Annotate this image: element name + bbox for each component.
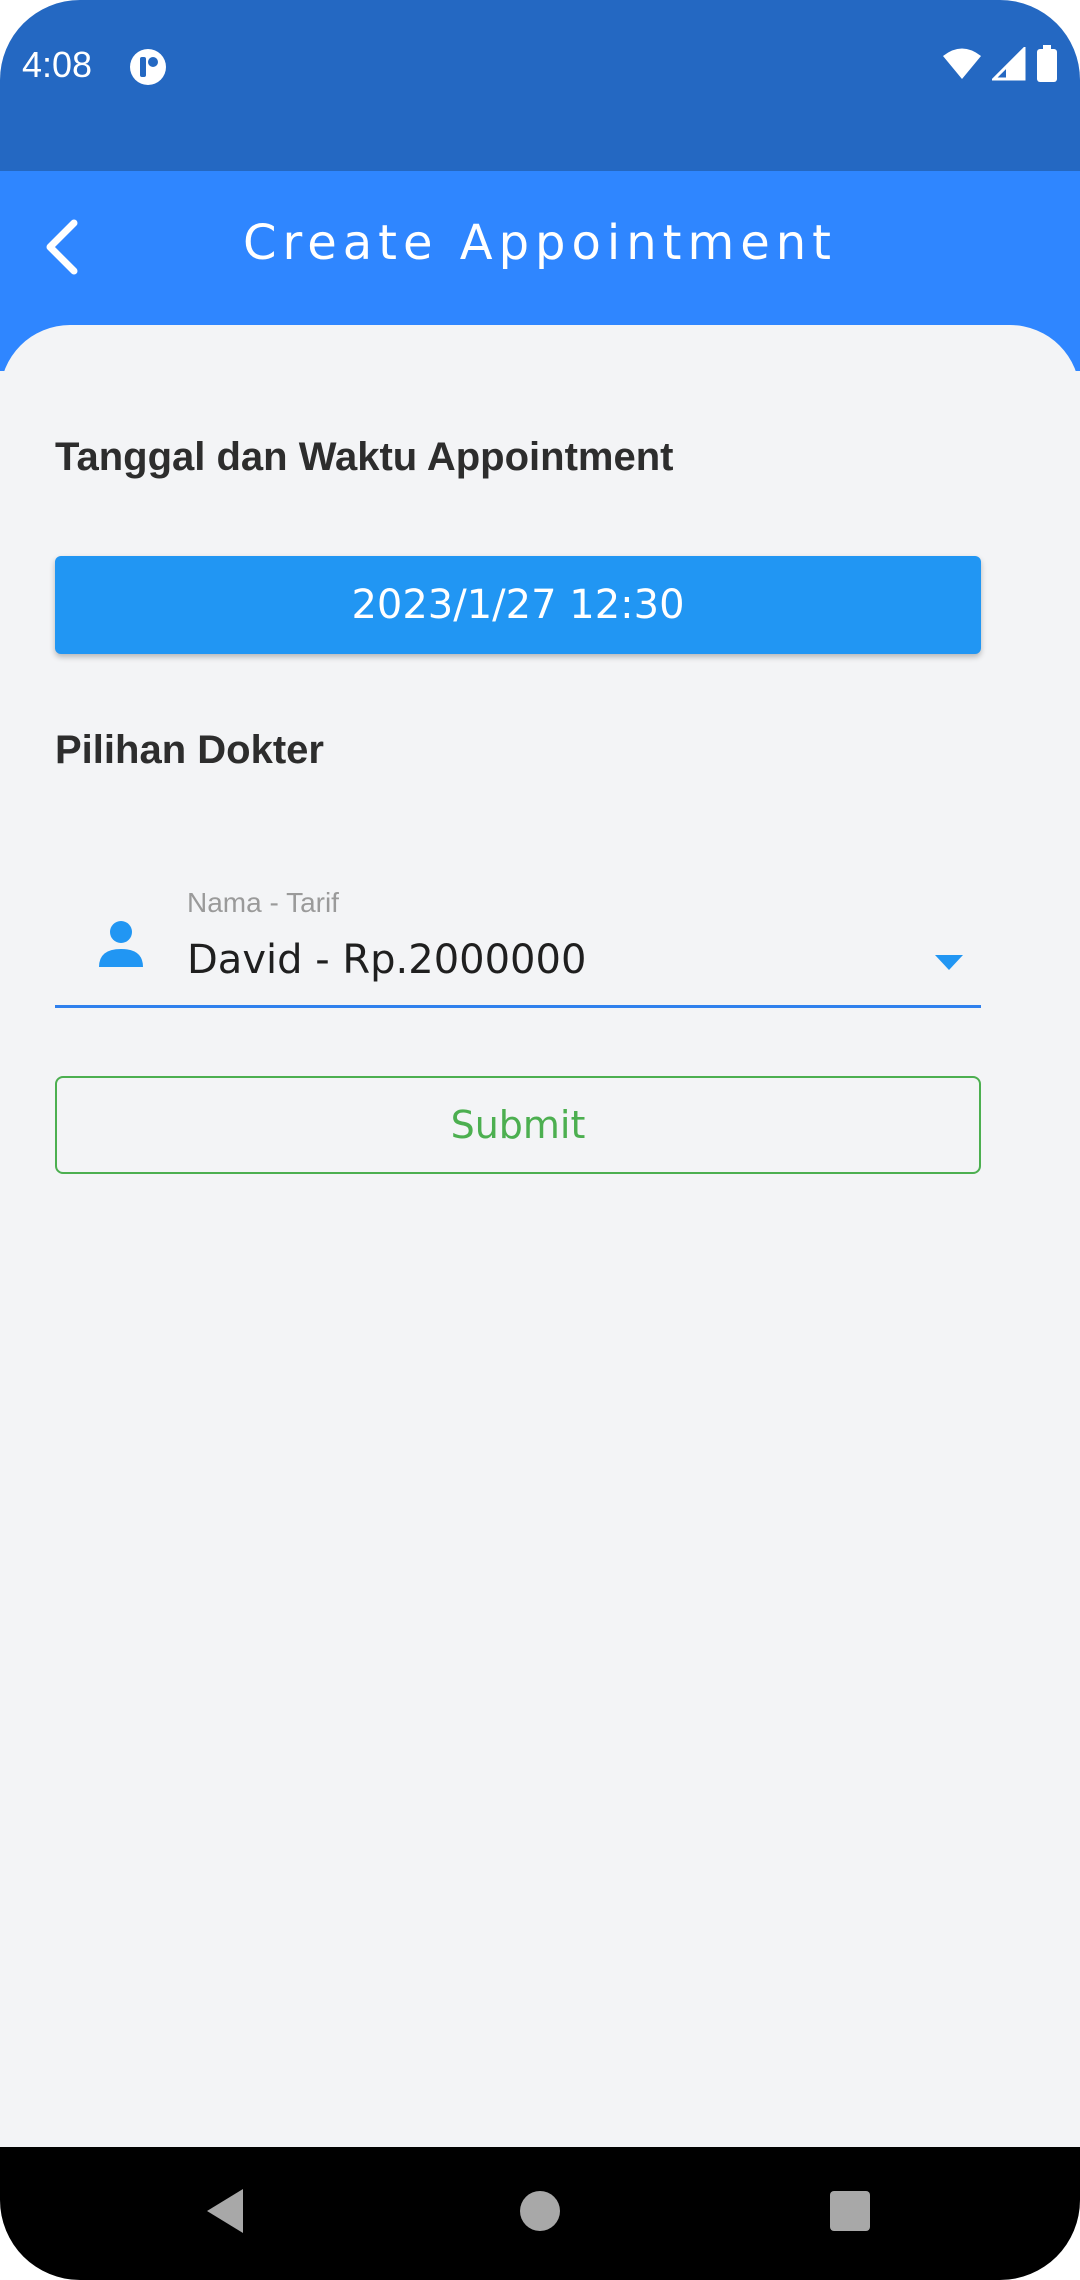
doctor-dropdown[interactable]: Nama - Tarif David - Rp.2000000 bbox=[55, 855, 981, 1008]
status-icons bbox=[942, 44, 1058, 88]
notification-app-icon bbox=[129, 48, 167, 86]
nav-back-button[interactable] bbox=[185, 2147, 265, 2280]
navigation-bar bbox=[0, 2147, 1080, 2280]
content-sheet: Tanggal dan Waktu Appointment 2023/1/27 … bbox=[0, 325, 1080, 2147]
nav-home-button[interactable] bbox=[500, 2147, 580, 2280]
nav-recents-button[interactable] bbox=[810, 2147, 890, 2280]
back-button[interactable] bbox=[30, 213, 94, 285]
device-screen: 4:08 Create Appointment Tanggal dan Wakt… bbox=[0, 0, 1080, 2280]
page-title: Create Appointment bbox=[243, 215, 837, 271]
dropdown-selected-value: David - Rp.2000000 bbox=[187, 937, 587, 983]
dropdown-arrow-icon bbox=[935, 955, 963, 971]
status-time: 4:08 bbox=[22, 44, 93, 85]
datetime-value: 2023/1/27 12:30 bbox=[351, 582, 685, 628]
nav-back-icon bbox=[203, 2187, 247, 2240]
doctor-heading: Pilihan Dokter bbox=[55, 728, 324, 772]
submit-label: Submit bbox=[450, 1103, 586, 1147]
nav-recents-icon bbox=[829, 2190, 871, 2237]
submit-button[interactable]: Submit bbox=[55, 1076, 981, 1174]
dropdown-label: Nama - Tarif bbox=[187, 887, 339, 918]
nav-home-icon bbox=[519, 2190, 561, 2237]
wifi-icon bbox=[942, 47, 982, 86]
battery-icon bbox=[1036, 44, 1058, 88]
status-bar: 4:08 bbox=[0, 0, 1080, 171]
cell-signal-icon bbox=[990, 44, 1026, 86]
datetime-heading: Tanggal dan Waktu Appointment bbox=[55, 435, 674, 479]
person-icon bbox=[95, 917, 147, 969]
chevron-left-icon bbox=[42, 219, 82, 280]
datetime-picker-button[interactable]: 2023/1/27 12:30 bbox=[55, 556, 981, 654]
